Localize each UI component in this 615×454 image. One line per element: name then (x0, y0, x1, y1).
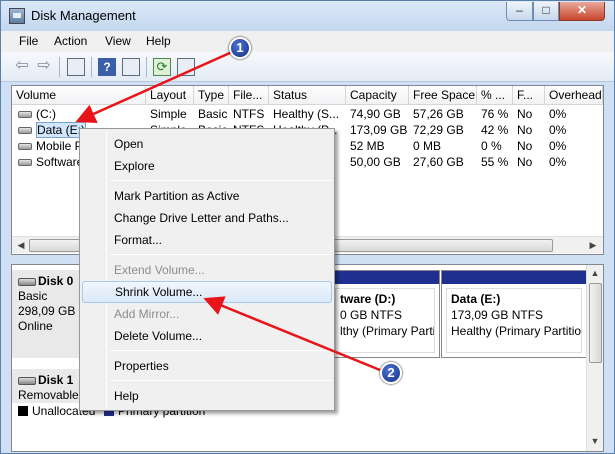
toolbar-separator (146, 57, 147, 77)
fault-tolerance-cell: No (517, 139, 533, 153)
step-2-badge: 2 (380, 362, 402, 384)
type-cell: Basic (198, 107, 228, 121)
fs-cell: NTFS (233, 107, 265, 121)
menu-item-help[interactable]: Help (82, 385, 332, 407)
column-capacity[interactable]: Capacity (346, 86, 409, 105)
menu-item-properties[interactable]: Properties (82, 355, 332, 377)
menu-separator (110, 254, 332, 255)
scroll-thumb[interactable] (589, 283, 602, 363)
partition-data-e[interactable]: Data (E:) 173,09 GB NTFS Healthy (Primar… (441, 270, 587, 358)
layout-cell: Simple (150, 107, 187, 121)
menu-item-explore[interactable]: Explore (82, 155, 332, 177)
scroll-down-icon[interactable]: ▼ (589, 435, 601, 448)
percent-cell: 55 % (481, 155, 509, 169)
disk-type: Basic (18, 289, 48, 303)
overhead-cell: 0% (549, 155, 567, 169)
column-overhead[interactable]: Overhead (545, 86, 603, 105)
refresh-icon[interactable]: ⟳ (153, 58, 171, 76)
free-space-cell: 57,26 GB (413, 107, 464, 121)
column-fault-tolerance[interactable]: F... (513, 86, 545, 105)
menu-item-change-drive-letter[interactable]: Change Drive Letter and Paths... (82, 207, 332, 229)
column-file-system[interactable]: File... (229, 86, 269, 105)
drive-icon (18, 127, 32, 135)
free-space-cell: 0 MB (413, 139, 442, 153)
capacity-cell: 74,90 GB (350, 107, 401, 121)
capacity-cell: 50,00 GB (350, 155, 401, 169)
column-status[interactable]: Status (269, 86, 346, 105)
menu-view[interactable]: View (105, 34, 131, 48)
column-type[interactable]: Type (194, 86, 229, 105)
table-row[interactable]: (C:) Simple Basic NTFS Healthy (S... 74,… (12, 106, 603, 122)
status-cell: Healthy (S... (273, 107, 340, 121)
menu-item-delete-volume[interactable]: Delete Volume... (82, 325, 332, 347)
percent-cell: 0 % (481, 139, 502, 153)
toolbar-separator (91, 57, 92, 77)
scroll-left-icon[interactable]: ◀ (15, 239, 27, 252)
disk-icon (18, 376, 36, 385)
overhead-cell: 0% (549, 107, 567, 121)
menu-item-extend-volume: Extend Volume... (114, 263, 205, 277)
vertical-scrollbar[interactable]: ▲ ▼ (586, 265, 603, 451)
window-title: Disk Management (31, 8, 136, 23)
column-header-row: Volume Layout Type File... Status Capaci… (12, 86, 603, 105)
back-arrow-icon[interactable]: ⇦ (13, 58, 31, 76)
disk-management-icon (9, 8, 25, 24)
partition-color-bar (442, 271, 586, 284)
help-icon[interactable]: ? (98, 58, 116, 76)
rescan-icon[interactable] (177, 58, 195, 76)
column-layout[interactable]: Layout (146, 86, 194, 105)
menu-action[interactable]: Action (54, 34, 87, 48)
toolbar: ⇦ ⇨ ? ⟳ (1, 52, 614, 82)
menu-file[interactable]: File (19, 34, 38, 48)
percent-cell: 42 % (481, 123, 509, 137)
menu-help[interactable]: Help (146, 34, 171, 48)
menu-item-format[interactable]: Format... (82, 229, 332, 251)
disk-size: 298,09 GB (18, 304, 76, 318)
menu-bar: File Action View Help (1, 31, 614, 52)
column-volume[interactable]: Volume (12, 86, 146, 105)
menu-separator (110, 350, 332, 351)
toolbar-separator (59, 57, 60, 77)
title-bar[interactable]: Disk Management – □ ✕ (1, 1, 614, 31)
fault-tolerance-cell: No (517, 155, 533, 169)
step-1-badge: 1 (229, 37, 251, 59)
drive-icon (18, 159, 32, 167)
overhead-cell: 0% (549, 123, 567, 137)
fault-tolerance-cell: No (517, 107, 533, 121)
menu-separator (110, 380, 332, 381)
properties-icon[interactable] (122, 58, 140, 76)
disk-management-window: Disk Management – □ ✕ File Action View H… (0, 0, 615, 454)
drive-icon (18, 111, 32, 119)
close-button[interactable]: ✕ (559, 2, 605, 21)
capacity-cell: 173,09 GB (350, 123, 408, 137)
column-free-space[interactable]: Free Space (409, 86, 477, 105)
scroll-up-icon[interactable]: ▲ (589, 267, 601, 280)
minimize-button[interactable]: – (506, 2, 533, 21)
menu-item-add-mirror: Add Mirror... (114, 307, 180, 321)
unallocated-swatch (18, 406, 28, 416)
capacity-cell: 52 MB (350, 139, 385, 153)
partition-color-bar (331, 271, 439, 284)
percent-cell: 76 % (481, 107, 509, 121)
maximize-button[interactable]: □ (533, 2, 559, 21)
free-space-cell: 72,29 GB (413, 123, 464, 137)
menu-separator (110, 180, 332, 181)
menu-item-shrink-volume[interactable]: Shrink Volume... (82, 281, 332, 303)
scroll-right-icon[interactable]: ▶ (587, 239, 599, 252)
overhead-cell: 0% (549, 139, 567, 153)
column-percent-free[interactable]: % ... (477, 86, 513, 105)
free-space-cell: 27,60 GB (413, 155, 464, 169)
fault-tolerance-cell: No (517, 123, 533, 137)
console-tree-icon[interactable] (67, 58, 85, 76)
partition-software-d[interactable]: tware (D:) 0 GB NTFS lthy (Primary Parti (330, 270, 440, 358)
forward-arrow-icon[interactable]: ⇨ (35, 58, 53, 76)
menu-item-open[interactable]: Open (82, 133, 332, 155)
menu-item-mark-active[interactable]: Mark Partition as Active (82, 185, 332, 207)
disk-state: Online (18, 319, 53, 333)
drive-icon (18, 143, 32, 151)
volume-cell: (C:) (14, 106, 144, 122)
context-menu: Open Explore Mark Partition as Active Ch… (79, 128, 335, 411)
disk-icon (18, 277, 36, 286)
disk-type: Removable (18, 388, 79, 402)
